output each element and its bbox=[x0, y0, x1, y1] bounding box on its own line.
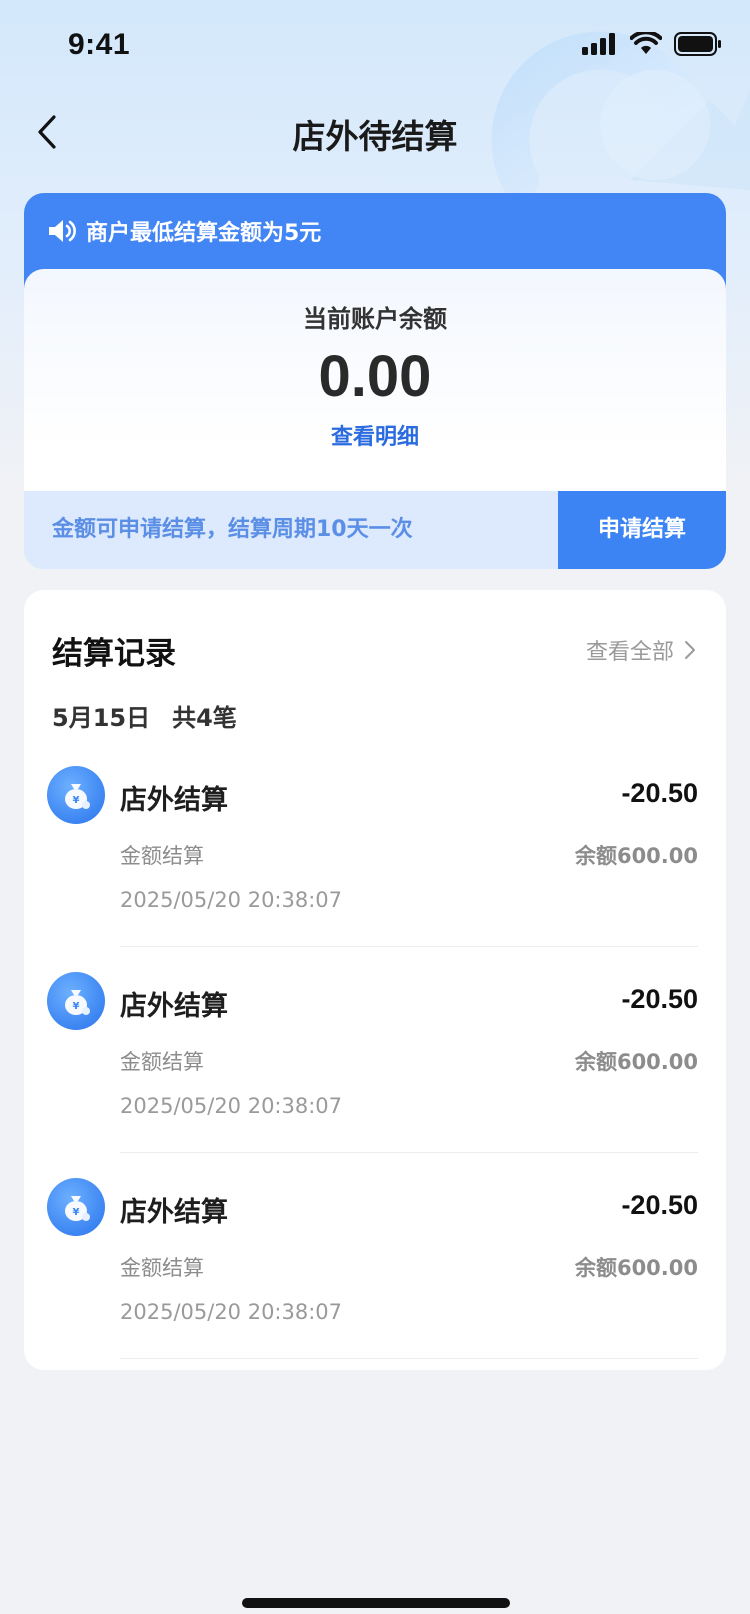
balance-body: 当前账户余额 0.00 查看明细 金额可申请结算，结算周期10天一次 申请结算 bbox=[24, 269, 726, 569]
divider bbox=[120, 946, 698, 947]
money-bag-icon: ¥ bbox=[47, 972, 105, 1030]
wifi-icon bbox=[630, 32, 662, 54]
settle-bar: 金额可申请结算，结算周期10天一次 申请结算 bbox=[24, 491, 726, 569]
record-amount: -20.50 bbox=[621, 778, 698, 808]
status-time: 9:41 bbox=[68, 28, 131, 61]
home-indicator[interactable] bbox=[242, 1598, 510, 1608]
money-bag-icon: ¥ bbox=[47, 766, 105, 824]
svg-text:¥: ¥ bbox=[73, 1001, 80, 1012]
speaker-icon bbox=[46, 216, 76, 246]
balance-card: 商户最低结算金额为5元 当前账户余额 0.00 查看明细 金额可申请结算，结算周… bbox=[24, 193, 726, 569]
record-title: 店外结算 bbox=[120, 785, 228, 816]
apply-settlement-button[interactable]: 申请结算 bbox=[558, 491, 726, 569]
record-balance: 余额600.00 bbox=[574, 844, 698, 868]
view-all-label: 查看全部 bbox=[585, 640, 674, 665]
battery-icon bbox=[674, 32, 721, 56]
record-item[interactable]: ¥ 店外结算 -20.50 金额结算 余额600.00 2025/05/20 2… bbox=[24, 972, 726, 1178]
record-item[interactable]: ¥ 店外结算 -20.50 金额结算 余额600.00 2025/05/20 2… bbox=[24, 766, 726, 972]
notice-text: 商户最低结算金额为5元 bbox=[86, 221, 322, 246]
record-count: 共4笔 bbox=[172, 704, 237, 732]
svg-text:¥: ¥ bbox=[73, 1207, 80, 1218]
record-amount: -20.50 bbox=[621, 1190, 698, 1220]
record-subtitle: 金额结算 bbox=[120, 844, 204, 868]
view-all-link[interactable]: 查看全部 bbox=[586, 634, 696, 666]
record-amount: -20.50 bbox=[621, 984, 698, 1014]
money-bag-icon: ¥ bbox=[47, 1178, 105, 1236]
record-time: 2025/05/20 20:38:07 bbox=[120, 888, 343, 912]
record-item[interactable]: ¥ 店外结算 -20.50 金额结算 余额600.00 2025/05/20 2… bbox=[24, 1178, 726, 1384]
record-title: 店外结算 bbox=[120, 1197, 228, 1228]
page-title: 店外待结算 bbox=[292, 117, 458, 156]
balance-value: 0.00 bbox=[318, 344, 432, 409]
record-time: 2025/05/20 20:38:07 bbox=[120, 1094, 343, 1118]
settle-note: 金额可申请结算，结算周期10天一次 bbox=[52, 517, 413, 542]
svg-text:¥: ¥ bbox=[73, 795, 80, 806]
view-detail-link[interactable]: 查看明细 bbox=[24, 419, 726, 451]
record-title: 店外结算 bbox=[120, 991, 228, 1022]
status-icons bbox=[582, 32, 722, 56]
record-balance: 余额600.00 bbox=[574, 1050, 698, 1074]
record-subtitle: 金额结算 bbox=[120, 1050, 204, 1074]
nav-bar: 店外待结算 bbox=[0, 92, 750, 172]
settlement-records-card: 结算记录 查看全部 5月15日 共4笔 ¥ 店外结算 -20.50 金额结算 余额… bbox=[24, 590, 726, 1370]
records-title: 结算记录 bbox=[52, 636, 176, 672]
signal-icon bbox=[582, 33, 615, 55]
divider bbox=[120, 1152, 698, 1153]
divider bbox=[120, 1358, 698, 1359]
date-summary: 5月15日 共4笔 bbox=[52, 698, 237, 733]
record-balance: 余额600.00 bbox=[574, 1256, 698, 1280]
chevron-right-icon bbox=[685, 641, 695, 659]
status-bar: 9:41 bbox=[0, 0, 750, 92]
record-date: 5月15日 bbox=[52, 704, 151, 732]
record-time: 2025/05/20 20:38:07 bbox=[120, 1300, 343, 1324]
notice-bar: 商户最低结算金额为5元 bbox=[24, 193, 726, 269]
balance-label: 当前账户余额 bbox=[303, 305, 447, 333]
record-subtitle: 金额结算 bbox=[120, 1256, 204, 1280]
